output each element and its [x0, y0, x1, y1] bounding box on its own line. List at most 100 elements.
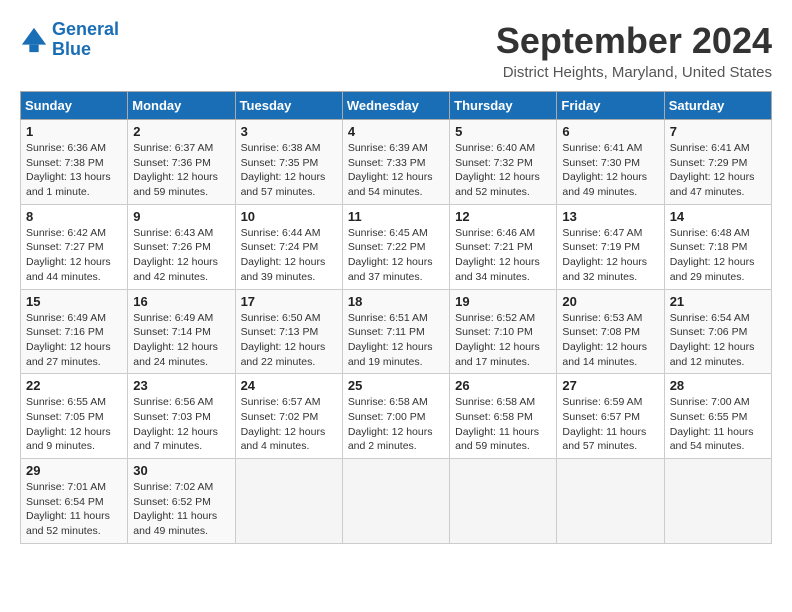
calendar-subtitle: District Heights, Maryland, United State… [496, 64, 772, 81]
day-number: 6 [562, 124, 658, 139]
calendar-week-row: 8Sunrise: 6:42 AM Sunset: 7:27 PM Daylig… [21, 204, 772, 289]
day-number: 18 [348, 294, 444, 309]
logo-line1: General [52, 19, 119, 39]
calendar-cell [450, 459, 557, 544]
day-number: 16 [133, 294, 229, 309]
calendar-cell: 6 Sunrise: 6:41 AM Sunset: 7:30 PM Daylig… [557, 120, 664, 205]
day-number: 25 [348, 378, 444, 393]
day-number: 28 [670, 378, 766, 393]
calendar-cell [342, 459, 449, 544]
logo-icon [20, 26, 48, 54]
day-info: Sunrise: 6:58 AM Sunset: 6:58 PM Dayligh… [455, 395, 551, 454]
calendar-cell: 3 Sunrise: 6:38 AM Sunset: 7:35 PM Daylig… [235, 120, 342, 205]
day-info: Sunrise: 6:37 AM Sunset: 7:36 PM Dayligh… [133, 141, 229, 200]
calendar-cell: 29 Sunrise: 7:01 AM Sunset: 6:54 PM Dayli… [21, 459, 128, 544]
calendar-cell: 14 Sunrise: 6:48 AM Sunset: 7:18 PM Dayli… [664, 204, 771, 289]
calendar-cell: 13 Sunrise: 6:47 AM Sunset: 7:19 PM Dayli… [557, 204, 664, 289]
day-number: 13 [562, 209, 658, 224]
day-info: Sunrise: 6:50 AM Sunset: 7:13 PM Dayligh… [241, 311, 337, 370]
header-cell-friday: Friday [557, 92, 664, 120]
day-number: 1 [26, 124, 122, 139]
header-cell-monday: Monday [128, 92, 235, 120]
day-info: Sunrise: 6:44 AM Sunset: 7:24 PM Dayligh… [241, 226, 337, 285]
calendar-cell: 4 Sunrise: 6:39 AM Sunset: 7:33 PM Daylig… [342, 120, 449, 205]
logo: General Blue [20, 20, 119, 60]
calendar-cell: 10 Sunrise: 6:44 AM Sunset: 7:24 PM Dayli… [235, 204, 342, 289]
day-number: 14 [670, 209, 766, 224]
calendar-cell: 5Sunrise: 6:40 AM Sunset: 7:32 PM Daylig… [450, 120, 557, 205]
day-number: 19 [455, 294, 551, 309]
calendar-cell [235, 459, 342, 544]
day-number: 2 [133, 124, 229, 139]
calendar-cell: 26 Sunrise: 6:58 AM Sunset: 6:58 PM Dayli… [450, 374, 557, 459]
day-info: Sunrise: 6:48 AM Sunset: 7:18 PM Dayligh… [670, 226, 766, 285]
calendar-week-row: 1 Sunrise: 6:36 AM Sunset: 7:38 PM Daylig… [21, 120, 772, 205]
calendar-cell: 15Sunrise: 6:49 AM Sunset: 7:16 PM Dayli… [21, 289, 128, 374]
day-number: 12 [455, 209, 551, 224]
day-number: 8 [26, 209, 122, 224]
calendar-cell: 19 Sunrise: 6:52 AM Sunset: 7:10 PM Dayli… [450, 289, 557, 374]
calendar-cell: 8Sunrise: 6:42 AM Sunset: 7:27 PM Daylig… [21, 204, 128, 289]
calendar-cell: 21 Sunrise: 6:54 AM Sunset: 7:06 PM Dayli… [664, 289, 771, 374]
calendar-cell [557, 459, 664, 544]
day-info: Sunrise: 6:46 AM Sunset: 7:21 PM Dayligh… [455, 226, 551, 285]
calendar-cell: 16 Sunrise: 6:49 AM Sunset: 7:14 PM Dayli… [128, 289, 235, 374]
calendar-cell: 27 Sunrise: 6:59 AM Sunset: 6:57 PM Dayli… [557, 374, 664, 459]
day-info: Sunrise: 6:52 AM Sunset: 7:10 PM Dayligh… [455, 311, 551, 370]
day-info: Sunrise: 7:01 AM Sunset: 6:54 PM Dayligh… [26, 480, 122, 539]
day-info: Sunrise: 6:36 AM Sunset: 7:38 PM Dayligh… [26, 141, 122, 200]
day-info: Sunrise: 6:43 AM Sunset: 7:26 PM Dayligh… [133, 226, 229, 285]
day-number: 26 [455, 378, 551, 393]
calendar-week-row: 15Sunrise: 6:49 AM Sunset: 7:16 PM Dayli… [21, 289, 772, 374]
day-info: Sunrise: 6:59 AM Sunset: 6:57 PM Dayligh… [562, 395, 658, 454]
day-number: 7 [670, 124, 766, 139]
day-info: Sunrise: 6:47 AM Sunset: 7:19 PM Dayligh… [562, 226, 658, 285]
calendar-cell: 30Sunrise: 7:02 AM Sunset: 6:52 PM Dayli… [128, 459, 235, 544]
day-number: 11 [348, 209, 444, 224]
day-number: 21 [670, 294, 766, 309]
day-info: Sunrise: 6:40 AM Sunset: 7:32 PM Dayligh… [455, 141, 551, 200]
day-number: 27 [562, 378, 658, 393]
calendar-cell: 25 Sunrise: 6:58 AM Sunset: 7:00 PM Dayli… [342, 374, 449, 459]
header-cell-saturday: Saturday [664, 92, 771, 120]
day-info: Sunrise: 6:58 AM Sunset: 7:00 PM Dayligh… [348, 395, 444, 454]
calendar-cell: 18 Sunrise: 6:51 AM Sunset: 7:11 PM Dayli… [342, 289, 449, 374]
header-cell-wednesday: Wednesday [342, 92, 449, 120]
day-number: 3 [241, 124, 337, 139]
calendar-cell: 7Sunrise: 6:41 AM Sunset: 7:29 PM Daylig… [664, 120, 771, 205]
logo-line2: Blue [52, 39, 91, 59]
day-info: Sunrise: 6:57 AM Sunset: 7:02 PM Dayligh… [241, 395, 337, 454]
day-info: Sunrise: 6:45 AM Sunset: 7:22 PM Dayligh… [348, 226, 444, 285]
header-cell-thursday: Thursday [450, 92, 557, 120]
calendar-cell [664, 459, 771, 544]
day-info: Sunrise: 6:38 AM Sunset: 7:35 PM Dayligh… [241, 141, 337, 200]
day-info: Sunrise: 6:41 AM Sunset: 7:30 PM Dayligh… [562, 141, 658, 200]
page-header: General Blue September 2024 District Hei… [20, 20, 772, 81]
day-number: 10 [241, 209, 337, 224]
calendar-header-row: SundayMondayTuesdayWednesdayThursdayFrid… [21, 92, 772, 120]
day-number: 23 [133, 378, 229, 393]
calendar-week-row: 22 Sunrise: 6:55 AM Sunset: 7:05 PM Dayli… [21, 374, 772, 459]
day-number: 29 [26, 463, 122, 478]
day-number: 22 [26, 378, 122, 393]
day-number: 4 [348, 124, 444, 139]
day-info: Sunrise: 6:51 AM Sunset: 7:11 PM Dayligh… [348, 311, 444, 370]
calendar-cell: 9Sunrise: 6:43 AM Sunset: 7:26 PM Daylig… [128, 204, 235, 289]
calendar-week-row: 29 Sunrise: 7:01 AM Sunset: 6:54 PM Dayli… [21, 459, 772, 544]
calendar-cell: 12 Sunrise: 6:46 AM Sunset: 7:21 PM Dayli… [450, 204, 557, 289]
title-block: September 2024 District Heights, Marylan… [496, 20, 772, 81]
day-info: Sunrise: 6:49 AM Sunset: 7:14 PM Dayligh… [133, 311, 229, 370]
logo-text: General Blue [52, 20, 119, 60]
day-number: 30 [133, 463, 229, 478]
calendar-cell: 22 Sunrise: 6:55 AM Sunset: 7:05 PM Dayli… [21, 374, 128, 459]
day-info: Sunrise: 6:39 AM Sunset: 7:33 PM Dayligh… [348, 141, 444, 200]
calendar-cell: 28Sunrise: 7:00 AM Sunset: 6:55 PM Dayli… [664, 374, 771, 459]
header-cell-tuesday: Tuesday [235, 92, 342, 120]
calendar-cell: 1 Sunrise: 6:36 AM Sunset: 7:38 PM Daylig… [21, 120, 128, 205]
day-info: Sunrise: 6:54 AM Sunset: 7:06 PM Dayligh… [670, 311, 766, 370]
calendar-cell: 2 Sunrise: 6:37 AM Sunset: 7:36 PM Daylig… [128, 120, 235, 205]
calendar-title: September 2024 [496, 20, 772, 62]
calendar-cell: 20Sunrise: 6:53 AM Sunset: 7:08 PM Dayli… [557, 289, 664, 374]
day-info: Sunrise: 6:55 AM Sunset: 7:05 PM Dayligh… [26, 395, 122, 454]
calendar-cell: 24Sunrise: 6:57 AM Sunset: 7:02 PM Dayli… [235, 374, 342, 459]
